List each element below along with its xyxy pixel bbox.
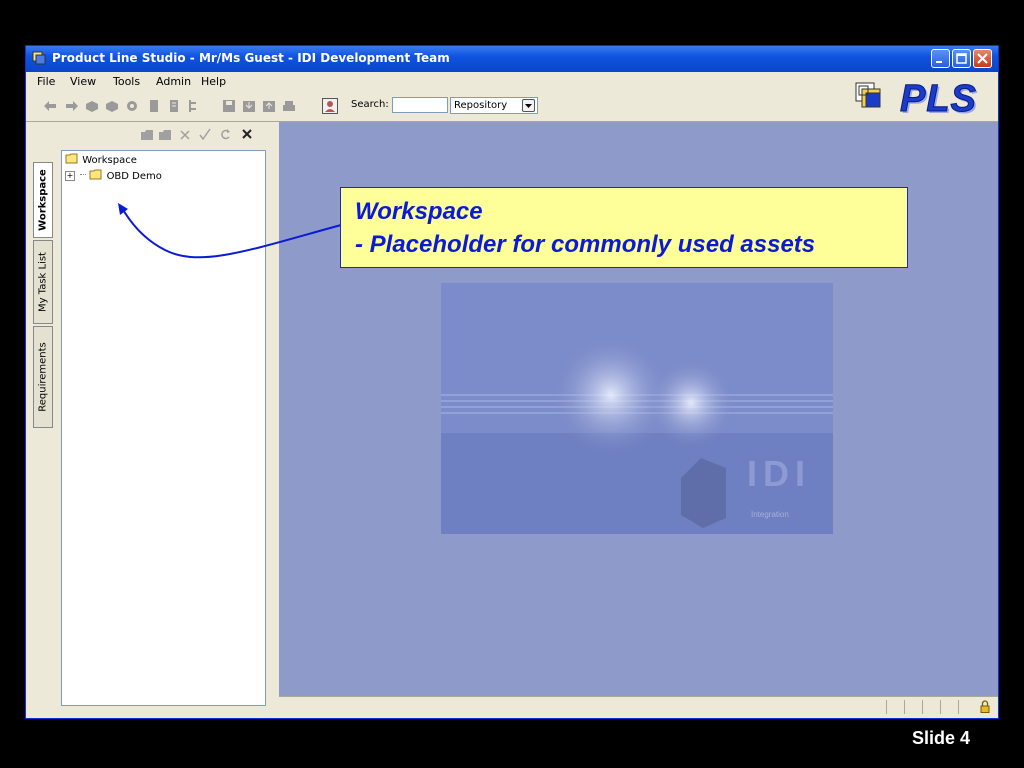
callout-description: - Placeholder for commonly used assets (355, 231, 816, 258)
callout-arrow (118, 203, 342, 259)
callout-box: Workspace - Placeholder for commonly use… (340, 187, 908, 268)
callout-title: Workspace (355, 198, 483, 225)
slide-number: Slide 4 (912, 728, 971, 748)
